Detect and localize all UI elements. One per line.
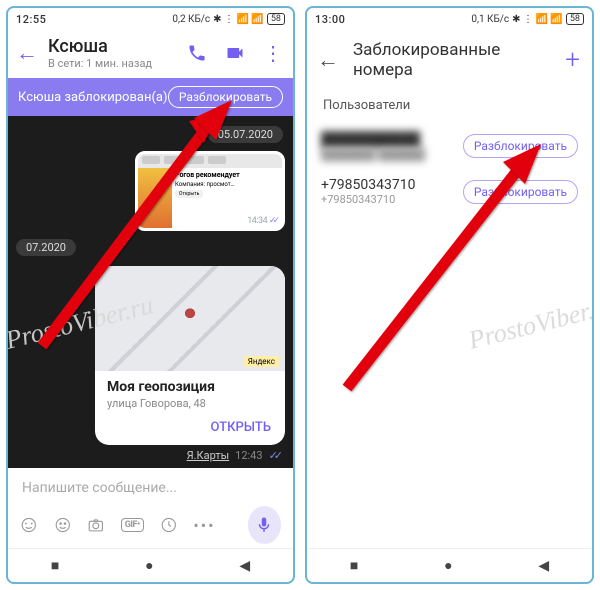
message-link-preview[interactable]: Рогов рекомендует Компания: просмот… Отк… bbox=[135, 151, 285, 231]
unblock-button[interactable]: Разблокировать bbox=[463, 180, 578, 204]
user-subtitle: ███████ ██████ bbox=[321, 148, 453, 161]
bot-name: Я.Карты bbox=[187, 449, 230, 462]
message-input[interactable]: Напишите сообщение... bbox=[18, 474, 283, 502]
android-navbar: ■ ● ◀ bbox=[8, 548, 293, 582]
status-time: 12:55 bbox=[16, 13, 46, 26]
location-title: Моя геопозиция bbox=[107, 379, 273, 395]
back-icon[interactable]: ← bbox=[16, 40, 38, 66]
status-bar: 12:55 0,2 КБ/с ✱ ⋮ 📶 📶 58 bbox=[8, 8, 293, 30]
phone-screenshot-left: 12:55 0,2 КБ/с ✱ ⋮ 📶 📶 58 ← Ксюша В сети… bbox=[6, 6, 295, 584]
emoji-icon[interactable] bbox=[54, 515, 72, 535]
section-label: Пользователи bbox=[307, 94, 592, 123]
battery-icon: 58 bbox=[566, 13, 584, 25]
read-ticks-icon: ✓✓ bbox=[269, 449, 279, 462]
android-navbar: ■ ● ◀ bbox=[307, 548, 592, 582]
map-provider-badge: Яндекс bbox=[244, 356, 279, 367]
schedule-icon[interactable] bbox=[160, 515, 178, 535]
status-time: 13:00 bbox=[315, 13, 345, 26]
blocked-user-row: +79850343710 +79850343710 Разблокировать bbox=[307, 169, 592, 214]
message-meta: Я.Карты 12:43 ✓✓ bbox=[187, 447, 287, 462]
status-icons: ✱ ⋮ 📶 📶 bbox=[213, 14, 264, 25]
blocked-text: Ксюша заблокирован(а) bbox=[18, 90, 168, 105]
kebab-menu-icon[interactable]: ⋮ bbox=[263, 41, 283, 65]
phone-screenshot-right: 13:00 0,1 КБ/с ✱ ⋮ 📶 📶 58 ← Заблокирован… bbox=[305, 6, 594, 584]
read-ticks-icon: ✓✓ bbox=[269, 216, 276, 226]
nav-recent-icon[interactable]: ■ bbox=[350, 557, 358, 574]
user-name: +79850343710 bbox=[321, 177, 453, 193]
preview-subtitle: Компания: просмот… bbox=[175, 181, 279, 188]
status-bar: 13:00 0,1 КБ/с ✱ ⋮ 📶 📶 58 bbox=[307, 8, 592, 30]
date-pill: 05.07.2020 bbox=[208, 126, 283, 143]
battery-icon: 58 bbox=[267, 13, 285, 25]
status-net: 0,2 КБ/с bbox=[172, 14, 210, 25]
back-icon[interactable]: ← bbox=[317, 47, 339, 73]
message-time: 14:34 ✓✓ bbox=[247, 216, 276, 226]
status-icons: ✱ ⋮ 📶 📶 bbox=[512, 14, 563, 25]
gif-icon[interactable]: GIF• bbox=[121, 518, 144, 532]
nav-back-icon[interactable]: ◀ bbox=[239, 558, 250, 574]
user-name: ██████████ bbox=[321, 131, 453, 148]
unblock-button[interactable]: Разблокировать bbox=[168, 86, 283, 108]
unblock-button[interactable]: Разблокировать bbox=[463, 134, 578, 158]
date-pill: 07.2020 bbox=[16, 239, 76, 256]
location-address: улица Говорова, 48 bbox=[107, 397, 273, 410]
location-open-button[interactable]: ОТКРЫТЬ bbox=[95, 414, 285, 445]
location-card[interactable]: Яндекс Моя геопозиция улица Говорова, 48… bbox=[95, 266, 285, 445]
sticker-icon[interactable] bbox=[20, 515, 38, 535]
blocked-user-row: ██████████ ███████ ██████ Разблокировать bbox=[307, 123, 592, 169]
settings-header: ← Заблокированные номера + bbox=[307, 30, 592, 94]
more-icon[interactable]: ••• bbox=[193, 516, 215, 535]
preview-open-button[interactable]: Открыть bbox=[175, 190, 203, 198]
user-subtitle: +79850343710 bbox=[321, 193, 453, 206]
camera-icon[interactable] bbox=[87, 515, 105, 535]
nav-home-icon[interactable]: ● bbox=[145, 557, 153, 574]
video-call-icon[interactable] bbox=[225, 43, 245, 63]
page-title: Заблокированные номера bbox=[353, 40, 551, 80]
status-net: 0,1 КБ/с bbox=[471, 14, 509, 25]
nav-home-icon[interactable]: ● bbox=[444, 557, 452, 574]
add-button[interactable]: + bbox=[565, 45, 580, 75]
contact-status: В сети: 1 мин. назад bbox=[48, 57, 177, 70]
preview-thumbnail bbox=[138, 168, 172, 228]
composer: Напишите сообщение... GIF• ••• bbox=[8, 468, 293, 548]
contact-name: Ксюша bbox=[48, 36, 177, 57]
message-time: 12:43 bbox=[235, 449, 262, 462]
preview-title: Рогов рекомендует bbox=[175, 171, 279, 179]
nav-recent-icon[interactable]: ■ bbox=[51, 557, 59, 574]
chat-body[interactable]: 05.07.2020 Рогов рекомендует Компания: п… bbox=[8, 116, 293, 468]
call-icon[interactable] bbox=[187, 43, 207, 63]
mic-button[interactable] bbox=[248, 506, 281, 544]
map-thumbnail: Яндекс bbox=[95, 266, 285, 371]
nav-back-icon[interactable]: ◀ bbox=[538, 558, 549, 574]
blocked-banner: Ксюша заблокирован(а) Разблокировать bbox=[8, 78, 293, 116]
chat-header: ← Ксюша В сети: 1 мин. назад ⋮ bbox=[8, 30, 293, 78]
